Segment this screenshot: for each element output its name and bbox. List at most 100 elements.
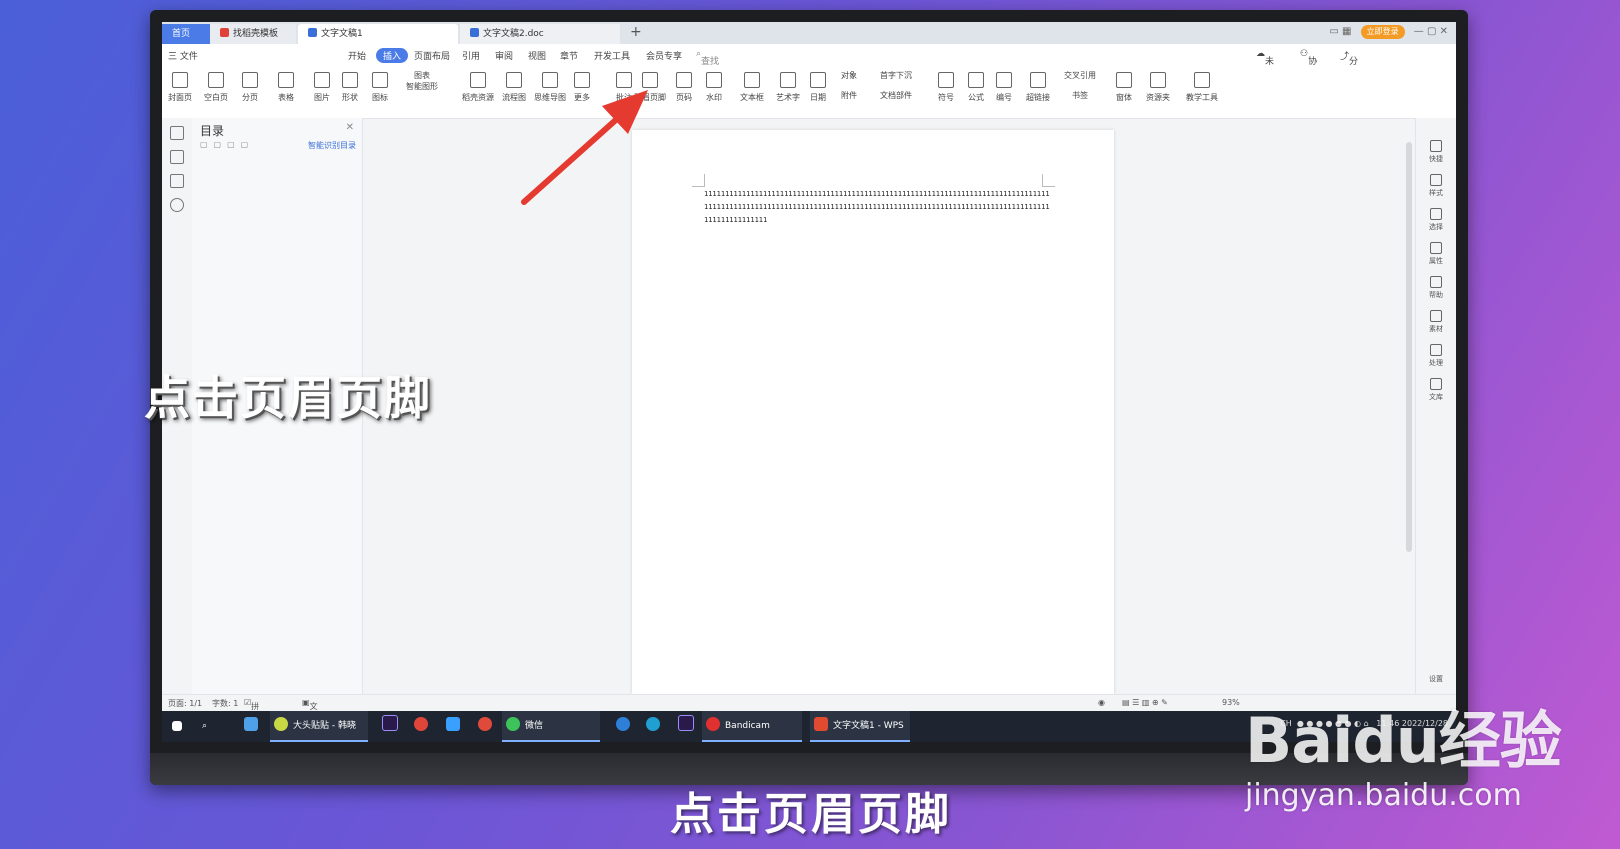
ribbon-table[interactable]: 表格: [270, 70, 302, 103]
ribbon-hyperlink[interactable]: 超链接: [1020, 70, 1056, 103]
ribbon-form[interactable]: 窗体: [1108, 70, 1140, 103]
premiere-app-icon: [382, 715, 398, 731]
tab-label: 文字文稿1: [321, 29, 363, 39]
ribbon-symbol[interactable]: 符号: [930, 70, 962, 103]
chrome-icon[interactable]: [410, 711, 433, 742]
ribbon-chart[interactable]: 图表 智能图形: [398, 70, 446, 92]
ribbon-page-number[interactable]: 页码: [668, 70, 700, 103]
search-icon[interactable]: [170, 198, 184, 212]
minimize-icon[interactable]: —: [1414, 26, 1424, 37]
taskbar-app-bandicam[interactable]: Bandicam: [702, 711, 802, 742]
document-page[interactable]: 1111111111111111111111111111111111111111…: [632, 130, 1114, 694]
tab-home[interactable]: 首页: [162, 24, 210, 44]
unsaved-status[interactable]: ☁ 未保存: [1256, 49, 1274, 93]
taskbar-app-music[interactable]: 大头贴贴 - 韩晓: [270, 711, 368, 742]
menu-start[interactable]: 开始: [348, 49, 366, 62]
rt-label: 属性: [1429, 257, 1443, 265]
command-search[interactable]: ⌕ 查找命令、搜索模板: [696, 49, 719, 119]
rt-library[interactable]: 文库: [1416, 378, 1456, 402]
vertical-scrollbar[interactable]: [1406, 142, 1412, 552]
search-icon[interactable]: ⌕: [198, 711, 207, 742]
rt-properties[interactable]: 属性: [1416, 242, 1456, 266]
qq-icon[interactable]: [474, 711, 497, 742]
tab-docer-templates[interactable]: 找稻壳模板: [210, 24, 296, 44]
rt-help[interactable]: 帮助: [1416, 276, 1456, 300]
menu-member[interactable]: 会员专享: [646, 49, 682, 62]
ribbon-wordart[interactable]: 艺术字: [772, 70, 804, 103]
collab-button[interactable]: ⚇ 协作: [1300, 49, 1317, 80]
menu-review[interactable]: 审阅: [495, 49, 513, 62]
photos-icon[interactable]: [240, 711, 263, 742]
ribbon-date[interactable]: 日期: [802, 70, 834, 103]
toc-tools[interactable]: ▢▢▢▢: [200, 140, 254, 149]
new-tab-icon[interactable]: +: [630, 24, 642, 40]
start-icon[interactable]: [168, 711, 187, 742]
ribbon-cross-ref[interactable]: 交叉引用 书签: [1056, 70, 1104, 101]
rt-style[interactable]: 样式: [1416, 174, 1456, 198]
menu-layout[interactable]: 页面布局: [414, 49, 450, 62]
spell-check-button[interactable]: ☑ 拼写检查: [244, 698, 259, 742]
rt-select[interactable]: 选择: [1416, 208, 1456, 232]
photos-app-icon: [244, 717, 258, 731]
chapter-icon[interactable]: [170, 150, 184, 164]
menu-references[interactable]: 引用: [462, 49, 480, 62]
bookmark-icon[interactable]: [170, 174, 184, 188]
docer-resources-icon: [470, 72, 486, 88]
wechat-icon: [506, 717, 520, 731]
rt-settings[interactable]: 设置: [1416, 674, 1456, 684]
layout-icon[interactable]: ▭: [1329, 26, 1338, 37]
ribbon-teaching-tools[interactable]: 教学工具: [1182, 70, 1222, 103]
menu-chapter[interactable]: 章节: [560, 49, 578, 62]
zoom-level[interactable]: 93%: [1222, 698, 1240, 707]
file-menu[interactable]: 三 文件: [168, 49, 198, 62]
smart-toc-button[interactable]: 智能识别目录: [308, 140, 356, 151]
ribbon-icons[interactable]: 图标: [364, 70, 396, 103]
close-icon[interactable]: ✕: [346, 122, 354, 133]
restore-icon[interactable]: ▢: [1427, 26, 1436, 37]
task-label: 微信: [525, 721, 544, 731]
attachment-label: 附件: [841, 91, 857, 100]
menu-view[interactable]: 视图: [528, 49, 546, 62]
taskbar-app-wechat[interactable]: 微信: [502, 711, 600, 742]
ribbon-watermark[interactable]: 水印: [698, 70, 730, 103]
login-button[interactable]: 立即登录: [1360, 25, 1405, 39]
tab-document-1[interactable]: 文字文稿1: [298, 24, 458, 44]
qq-browser-icon[interactable]: [442, 711, 465, 742]
ribbon-resource-folder[interactable]: 资源夹: [1140, 70, 1176, 103]
ribbon-label: 艺术字: [776, 93, 800, 102]
edge-icon[interactable]: [612, 711, 635, 742]
wps-writer-icon: [470, 28, 479, 37]
menu-insert[interactable]: 插入: [376, 48, 409, 63]
toc-icon[interactable]: [170, 126, 184, 140]
eye-icon[interactable]: ◉: [1098, 698, 1105, 707]
ribbon-drop-cap[interactable]: 首字下沉 文档部件: [872, 70, 920, 101]
document-body-text[interactable]: 1111111111111111111111111111111111111111…: [704, 188, 1050, 227]
view-modes[interactable]: ▤ ☰ ▥ ⊕ ✎: [1122, 698, 1168, 707]
close-icon[interactable]: ✕: [1440, 26, 1448, 37]
premiere-icon[interactable]: [378, 711, 403, 742]
ribbon-label: 页码: [676, 93, 692, 102]
ribbon-label: 空白页: [204, 93, 228, 102]
ribbon-blank-page[interactable]: 空白页: [200, 70, 232, 103]
share-button[interactable]: ⤴ 分享: [1340, 49, 1358, 80]
premiere-icon-2[interactable]: [674, 711, 699, 742]
icons-icon: [372, 72, 388, 88]
rt-process[interactable]: 处理: [1416, 344, 1456, 368]
grid-icon[interactable]: ▦: [1342, 26, 1351, 37]
ribbon-page-break[interactable]: 分页: [234, 70, 266, 103]
taskbar-app-wps[interactable]: 文字文稿1 - WPS ...: [810, 711, 910, 742]
ribbon-docer-resources[interactable]: 稻壳资源: [458, 70, 498, 103]
ribbon-object[interactable]: 对象 附件: [834, 70, 864, 101]
menu-developer[interactable]: 开发工具: [594, 49, 630, 62]
proofread-button[interactable]: ▣ 文档校对: [302, 698, 318, 742]
rt-material[interactable]: 素材: [1416, 310, 1456, 334]
numbering-icon: [996, 72, 1012, 88]
edge-beta-app-icon: [646, 717, 660, 731]
ribbon-shape[interactable]: 形状: [334, 70, 366, 103]
tab-document-2[interactable]: 文字文稿2.doc: [460, 24, 620, 44]
rt-quick[interactable]: 快捷: [1416, 140, 1456, 164]
ribbon-cover-page[interactable]: 封面页: [164, 70, 196, 103]
edge-beta-icon[interactable]: [642, 711, 665, 742]
ribbon-textbox[interactable]: 文本框: [736, 70, 768, 103]
ribbon-numbering[interactable]: 编号: [988, 70, 1020, 103]
